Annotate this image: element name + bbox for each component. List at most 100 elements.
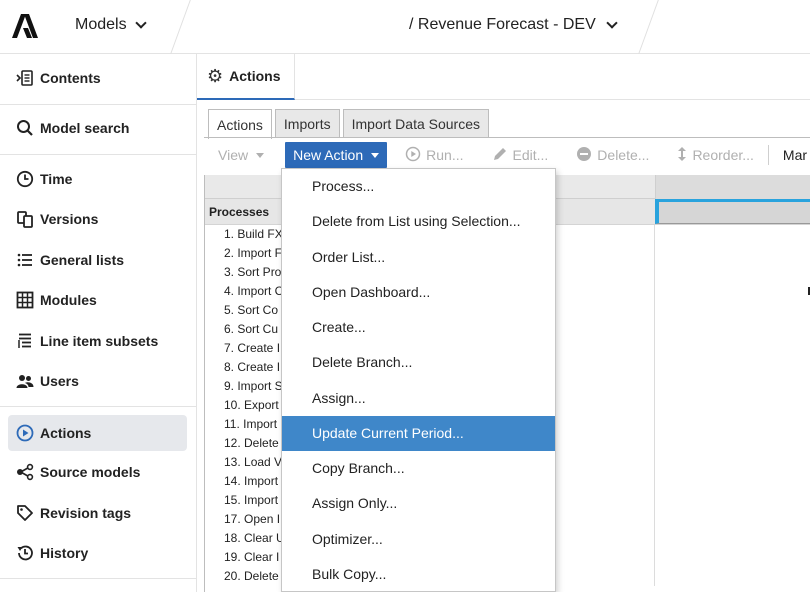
sidebar-item-label: Users xyxy=(40,373,79,389)
clock-icon xyxy=(16,170,34,188)
grid-column-header[interactable] xyxy=(655,175,810,199)
sidebar-item-general-lists[interactable]: General lists xyxy=(8,242,187,278)
models-menu[interactable]: Models xyxy=(75,16,147,34)
column-highlight-bar xyxy=(655,199,810,202)
row-value-cell[interactable] xyxy=(655,567,810,586)
row-value-cell[interactable] xyxy=(655,282,810,301)
row-value-cell[interactable] xyxy=(655,548,810,567)
manage-label: Mar xyxy=(782,147,808,163)
sidebar-item-users[interactable]: Users xyxy=(8,363,187,399)
history-icon xyxy=(16,544,34,562)
menu-item[interactable]: Open Dashboard... xyxy=(282,275,555,310)
sidebar-item-contents[interactable]: Contents xyxy=(8,60,187,96)
users-icon xyxy=(16,372,34,390)
row-value-cell[interactable] xyxy=(655,529,810,548)
sidebar-item-label: Revision tags xyxy=(40,505,132,521)
row-value-cell[interactable] xyxy=(655,377,810,396)
divider xyxy=(0,406,197,407)
sidebar-item-time[interactable]: Time xyxy=(8,161,187,197)
menu-item[interactable]: Create... xyxy=(282,310,555,345)
selected-cell[interactable] xyxy=(655,201,810,224)
play-icon xyxy=(405,146,421,165)
sidebar-item-versions[interactable]: Versions xyxy=(8,201,187,237)
menu-item[interactable]: Delete from List using Selection... xyxy=(282,204,555,239)
manage-button[interactable]: Mar xyxy=(783,142,807,168)
contents-icon xyxy=(16,69,34,87)
row-value-cell[interactable] xyxy=(655,339,810,358)
menu-item[interactable]: Assign... xyxy=(282,381,555,416)
search-icon xyxy=(16,119,34,137)
main-tab-bar: ⚙ Actions xyxy=(197,54,810,100)
grid-icon xyxy=(16,291,34,309)
view-label: View xyxy=(218,147,249,163)
row-value-cell[interactable] xyxy=(655,415,810,434)
row-value-cell[interactable] xyxy=(655,301,810,320)
menu-item[interactable]: Delete Branch... xyxy=(282,345,555,380)
tab-label: Actions xyxy=(229,68,281,84)
menu-item[interactable]: Update Current Period... xyxy=(282,415,555,451)
delete-button[interactable]: Delete... xyxy=(576,142,649,168)
sidebar-item-revision-tags[interactable]: Revision tags xyxy=(8,495,187,531)
row-value-cell[interactable] xyxy=(655,396,810,415)
tag-icon xyxy=(16,504,34,522)
separator xyxy=(170,0,191,54)
new-action-label: New Action xyxy=(293,147,364,163)
edit-button[interactable]: Edit... xyxy=(492,142,548,168)
top-bar: Models / Revenue Forecast - DEV xyxy=(0,0,810,54)
row-value-cell[interactable] xyxy=(655,510,810,529)
processes-label: Processes xyxy=(209,205,270,219)
list-icon xyxy=(16,251,34,269)
menu-item[interactable]: Bulk Copy... xyxy=(282,557,555,592)
row-value-cell[interactable] xyxy=(655,263,810,282)
sidebar-item-label: General lists xyxy=(40,252,125,268)
sidebar-item-label: Time xyxy=(40,171,73,187)
new-action-button[interactable]: New Action xyxy=(285,142,388,168)
run-button[interactable]: Run... xyxy=(405,142,464,168)
sidebar-item-label: Versions xyxy=(40,211,99,227)
delete-label: Delete... xyxy=(597,147,650,163)
subtab-import-data-sources[interactable]: Import Data Sources xyxy=(342,109,489,138)
toolbar: View New Action Run... Edit... Delete...… xyxy=(204,138,810,172)
row-value-cell[interactable] xyxy=(655,453,810,472)
reorder-label: Reorder... xyxy=(692,147,754,163)
menu-item[interactable]: Assign Only... xyxy=(282,486,555,521)
minus-circle-icon xyxy=(576,146,592,165)
row-value-cell[interactable] xyxy=(655,244,810,263)
reorder-button[interactable]: Reorder... xyxy=(677,142,754,168)
chevron-down-icon xyxy=(606,17,618,29)
sidebar-item-actions[interactable]: Actions xyxy=(8,415,187,451)
model-title-menu[interactable]: / Revenue Forecast - DEV xyxy=(409,16,618,34)
row-value-cell[interactable] xyxy=(655,225,810,244)
sidebar-item-model-search[interactable]: Model search xyxy=(8,110,187,146)
row-value-cell[interactable] xyxy=(655,491,810,510)
caret-down-icon xyxy=(256,152,265,158)
menu-item[interactable]: Process... xyxy=(282,169,555,204)
sidebar-item-label: Source models xyxy=(40,464,141,480)
menu-item[interactable]: Copy Branch... xyxy=(282,451,555,486)
sidebar-item-history[interactable]: History xyxy=(8,535,187,571)
sidebar-item-source-models[interactable]: Source models xyxy=(8,454,187,490)
row-value-cell[interactable] xyxy=(655,358,810,377)
sidebar-item-label: Line item subsets xyxy=(40,333,159,349)
reorder-icon xyxy=(677,146,687,165)
subtab-imports[interactable]: Imports xyxy=(274,109,340,138)
models-label: Models xyxy=(75,16,127,33)
view-button[interactable]: View xyxy=(218,142,265,168)
subtab-actions[interactable]: Actions xyxy=(208,109,272,139)
row-value-cell[interactable] xyxy=(655,320,810,339)
menu-item[interactable]: Order List... xyxy=(282,240,555,275)
sidebar-item-modules[interactable]: Modules xyxy=(8,282,187,318)
gear-icon: ⚙ xyxy=(207,65,224,86)
run-label: Run... xyxy=(426,147,464,163)
row-value-cell[interactable] xyxy=(655,434,810,453)
subsets-icon xyxy=(16,332,34,350)
sidebar-item-line-item-subsets[interactable]: Line item subsets xyxy=(8,323,187,359)
pencil-icon xyxy=(492,146,508,165)
caret-down-icon xyxy=(371,152,380,158)
anaplan-logo[interactable] xyxy=(12,14,38,38)
tab-actions[interactable]: ⚙ Actions xyxy=(197,54,295,100)
row-value-cell[interactable] xyxy=(655,472,810,491)
new-action-dropdown: Process... Delete from List using Selecti… xyxy=(281,168,556,592)
sidebar: Contents Model search Time Versions Gene… xyxy=(0,54,197,592)
menu-item[interactable]: Optimizer... xyxy=(282,522,555,557)
